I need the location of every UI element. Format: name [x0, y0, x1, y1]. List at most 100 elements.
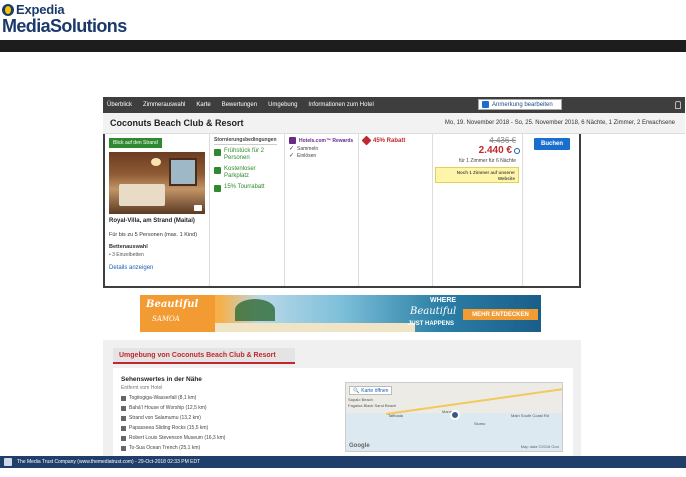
sight-item: Papasseea Sliding Rocks (15,5 km) [121, 425, 208, 431]
surroundings-section: Umgebung von Coconuts Beach Club & Resor… [103, 340, 581, 457]
amenity-label: Kostenloser Parkplatz [224, 166, 256, 179]
expedia-logo: Expedia MediaSolutions [2, 2, 142, 36]
cancellation-column: Stornierungsbedingungen Frühstück für 2 … [210, 134, 285, 286]
photo-lamp [151, 158, 161, 166]
map-label: Tafitoala [388, 413, 403, 418]
nav-item-overview[interactable]: Überblick [107, 102, 132, 108]
landmark-icon [121, 425, 126, 431]
footer-text: The Media Trust Company (www.themediatru… [17, 459, 201, 465]
top-bar [0, 40, 686, 52]
sights-title: Sehenswertes in der Nähe [121, 376, 202, 383]
hotels-rewards-icon [289, 137, 296, 144]
check-icon: ✓ [289, 146, 295, 152]
sight-item: Togitogiga-Wasserfall (8,1 km) [121, 395, 196, 401]
pencil-icon [482, 101, 489, 108]
reward-redeem: ✓ Einlösen [289, 152, 316, 160]
beach-image [215, 323, 415, 332]
sight-item: To-Sua Ocean Trench (25,1 km) [121, 445, 200, 451]
landmark-icon [121, 405, 126, 411]
media-trust-logo-icon [4, 458, 12, 466]
open-map-button[interactable]: 🔍 Karte öffnen [349, 386, 393, 395]
map-label: Fagaloa Black Sand Beach [348, 403, 397, 408]
nav-item-hotel-info[interactable]: Informationen zum Hotel [308, 102, 373, 108]
amenity-label: Frühstück für 2 Personen [224, 148, 265, 161]
book-column: Buchen [523, 134, 581, 286]
ad-brand: Beautiful [146, 299, 199, 310]
rewards-column: Hotels.com™ Rewards ✓ Sammeln ✓ Einlösen [285, 134, 359, 286]
room-offer-card: Blick auf den Strand Royal-Villa, am Str… [103, 134, 581, 288]
discount-column: 45% Rabatt [359, 134, 433, 286]
room-capacity: Für bis zu 5 Personen (max. 1 Kind) [109, 232, 198, 238]
scarcity-notice: Noch 1 Zimmer auf unserer Website [435, 167, 519, 183]
room-column: Blick auf den Strand Royal-Villa, am Str… [105, 134, 210, 286]
brand-name: Expedia [16, 2, 65, 17]
camera-icon[interactable] [194, 205, 202, 211]
room-name: Royal-Villa, am Strand (Maitai) [109, 218, 195, 224]
landmark-icon [121, 445, 126, 451]
photo-bed [119, 184, 165, 206]
nav-item-surroundings[interactable]: Umgebung [268, 102, 297, 108]
details-link[interactable]: Details anzeigen [109, 265, 153, 271]
ad-cta-button[interactable]: MEHR ENTDECKEN [463, 309, 538, 320]
ad-where: WHERE [430, 297, 457, 304]
hotel-map-pin-icon[interactable] [450, 410, 460, 420]
footer: The Media Trust Company (www.themediatru… [0, 456, 686, 468]
amenity-breakfast: Frühstück für 2 Personen [214, 148, 276, 162]
stay-dates: Mo, 19. November 2018 - So, 25. November… [444, 120, 675, 126]
map-data-credit: Map data ©2018 Goo [520, 444, 559, 449]
globe-icon [2, 3, 14, 16]
view-badge: Blick auf den Strand [109, 138, 162, 148]
product-name: MediaSolutions [2, 16, 127, 36]
price-column: 4.436 € 2.440 € für 1 Zimmer für 6 Nächt… [433, 134, 523, 286]
new-price-value: 2.440 € [478, 145, 512, 156]
landmark-icon [121, 415, 126, 421]
discount-badge: 45% Rabatt [361, 135, 406, 146]
info-icon[interactable] [514, 147, 520, 154]
nav-item-reviews[interactable]: Bewertungen [222, 102, 257, 108]
amenity-parking: Kostenloser Parkplatz [214, 166, 276, 180]
google-logo: Google [349, 443, 370, 449]
price-note: für 1 Zimmer für 6 Nächte [459, 158, 516, 164]
nav-item-rooms[interactable]: Zimmerauswahl [143, 102, 185, 108]
sight-label: Bahá'í House of Worship (12,5 km) [129, 405, 207, 411]
map-label: Siumu [474, 421, 486, 426]
photo-window [169, 158, 197, 186]
pin-icon[interactable] [675, 101, 681, 109]
reward-label: Sammeln [297, 145, 319, 152]
ad-beautiful: Beautiful [410, 306, 457, 317]
discount-label: 45% Rabatt [373, 137, 406, 144]
surroundings-panel: Sehenswertes in der Nähe Entfernt vom Ho… [113, 368, 573, 457]
sight-item: Robert Louis Stevenson Museum (16,3 km) [121, 435, 225, 441]
rewards-label: Hotels.com™ Rewards [299, 137, 354, 144]
palm-image [235, 299, 275, 321]
book-button[interactable]: Buchen [534, 138, 570, 150]
landmark-icon [121, 395, 126, 401]
landmark-icon [121, 435, 126, 441]
map-label: Sapalo Beach [348, 397, 373, 402]
hotel-name: Coconuts Beach Club & Resort [110, 118, 244, 128]
edit-note-button[interactable]: Anmerkung bearbeiten [478, 99, 562, 110]
sight-label: Papasseea Sliding Rocks (15,5 km) [129, 425, 209, 431]
brand: Expedia [2, 2, 65, 17]
open-map-label: Karte öffnen [361, 387, 389, 394]
beds-label: Bettenauswahl [109, 244, 148, 250]
edit-note-label: Anmerkung bearbeiten [492, 101, 553, 108]
amenity-label: 15% Tourrabatt [224, 184, 265, 190]
car-icon [214, 185, 221, 192]
map-label: Main South Coast Rd [511, 413, 550, 418]
room-photo[interactable] [109, 152, 205, 214]
sight-label: Strand von Salamumu (13,2 km) [129, 415, 201, 421]
nav-item-map[interactable]: Karte [196, 102, 210, 108]
sights-subtitle: Entfernt vom Hotel [121, 385, 163, 391]
cancellation-heading[interactable]: Stornierungsbedingungen [214, 137, 277, 145]
sight-label: Togitogiga-Wasserfall (8,1 km) [129, 395, 197, 401]
beds-value: • 3 Einzelbetten [109, 252, 144, 258]
check-icon: ✓ [289, 153, 295, 159]
ad-banner[interactable]: Beautiful SAMOA WHERE Beautiful JUST HAP… [140, 295, 541, 332]
surroundings-heading: Umgebung von Coconuts Beach Club & Resor… [113, 348, 295, 364]
reward-collect: ✓ Sammeln [289, 145, 319, 153]
map[interactable]: 🔍 Karte öffnen Sapalo Beach Fagaloa Blac… [345, 382, 563, 452]
search-icon: 🔍 [353, 387, 360, 394]
sight-item: Bahá'í House of Worship (12,5 km) [121, 405, 207, 411]
tag-icon [361, 135, 372, 146]
